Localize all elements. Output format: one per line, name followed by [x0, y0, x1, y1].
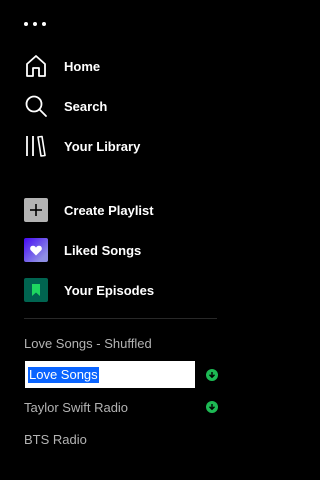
playlist-item[interactable]: Taylor Swift Radio: [24, 397, 218, 417]
home-icon: [24, 54, 48, 78]
dot: [42, 22, 46, 26]
playlist-item[interactable]: BTS Radio: [24, 429, 218, 449]
sidebar-divider: [24, 318, 217, 319]
nav-library[interactable]: Your Library: [24, 134, 224, 158]
create-playlist-button[interactable]: Create Playlist: [24, 198, 224, 222]
nav-library-label: Your Library: [64, 138, 141, 154]
playlist-name: BTS Radio: [24, 431, 87, 447]
search-icon: [24, 94, 48, 118]
nav-home[interactable]: Home: [24, 54, 224, 78]
nav-home-label: Home: [64, 58, 101, 74]
playlist-rename-input[interactable]: Love Songs: [24, 360, 196, 389]
sidebar: Home Search Your Library Create Playlist…: [0, 0, 241, 480]
liked-songs-button[interactable]: Liked Songs: [24, 238, 224, 262]
playlist-name: Taylor Swift Radio: [24, 399, 129, 415]
your-episodes-button[interactable]: Your Episodes: [24, 278, 224, 302]
your-episodes-label: Your Episodes: [64, 282, 155, 298]
dot: [33, 22, 37, 26]
create-playlist-label: Create Playlist: [64, 202, 154, 218]
playlist-item[interactable]: Love Songs - Shuffled: [24, 333, 218, 353]
nav-search-label: Search: [64, 98, 108, 114]
bookmark-icon: [24, 278, 48, 302]
nav-search[interactable]: Search: [24, 94, 224, 118]
plus-icon: [24, 198, 48, 222]
playlist-name: Love Songs - Shuffled: [24, 335, 152, 351]
selected-text: Love Songs: [28, 366, 99, 383]
library-icon: [24, 134, 48, 158]
liked-songs-label: Liked Songs: [64, 242, 142, 258]
more-options-button[interactable]: [24, 14, 48, 34]
download-arrow-icon: [206, 369, 218, 381]
dot: [24, 22, 28, 26]
heart-icon: [24, 238, 48, 262]
download-arrow-icon: [206, 401, 218, 413]
